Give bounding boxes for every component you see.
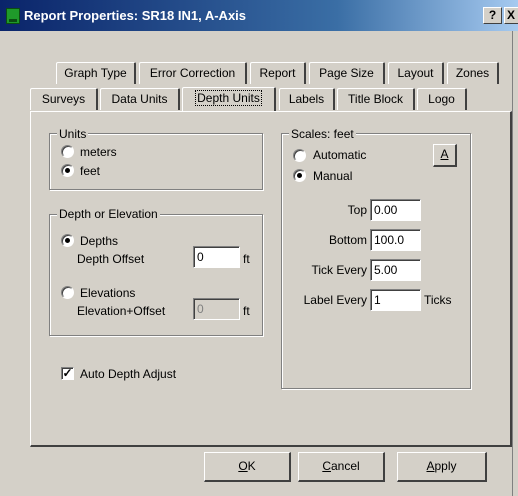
- close-button[interactable]: X: [504, 7, 518, 24]
- tab-graph-type[interactable]: Graph Type: [56, 62, 136, 84]
- meters-label[interactable]: meters: [80, 144, 117, 160]
- depths-radio[interactable]: [61, 234, 74, 247]
- tab-labels[interactable]: Labels: [279, 88, 335, 110]
- tab-surveys[interactable]: Surveys: [30, 88, 98, 110]
- tab-title-block[interactable]: Title Block: [337, 88, 415, 110]
- bottom-input[interactable]: 100.0: [370, 229, 421, 251]
- elevation-offset-unit: ft: [243, 304, 250, 318]
- tab-layout[interactable]: Layout: [388, 62, 444, 84]
- ok-button[interactable]: OK: [204, 452, 291, 482]
- automatic-radio[interactable]: [293, 149, 306, 162]
- elevations-label[interactable]: Elevations: [80, 285, 135, 301]
- tab-page-size[interactable]: Page Size: [309, 62, 385, 84]
- ticks-label: Ticks: [424, 293, 452, 307]
- units-group-title: Units: [57, 126, 89, 142]
- elevation-offset-label: Elevation+Offset: [77, 304, 166, 318]
- auto-depth-adjust-checkbox[interactable]: ✓: [61, 367, 74, 380]
- tab-zones[interactable]: Zones: [447, 62, 499, 84]
- auto-depth-adjust-label[interactable]: Auto Depth Adjust: [80, 366, 176, 382]
- depth-offset-unit: ft: [243, 252, 250, 266]
- help-button[interactable]: ?: [483, 7, 502, 24]
- depth-offset-label: Depth Offset: [77, 252, 145, 266]
- window-title: Report Properties: SR18 IN1, A-Axis: [24, 8, 247, 23]
- manual-label[interactable]: Manual: [313, 168, 352, 184]
- window-right-edge: [512, 31, 518, 496]
- meters-radio[interactable]: [61, 145, 74, 158]
- app-icon: [6, 8, 20, 24]
- apply-button[interactable]: Apply: [397, 452, 487, 482]
- report-properties-dialog: Report Properties: SR18 IN1, A-Axis ? X …: [0, 0, 518, 496]
- top-input[interactable]: 0.00: [370, 199, 421, 221]
- cancel-button[interactable]: Cancel: [298, 452, 385, 482]
- tab-data-units[interactable]: Data Units: [100, 88, 180, 110]
- title-bar[interactable]: Report Properties: SR18 IN1, A-Axis ? X: [0, 0, 518, 31]
- depth-offset-input[interactable]: 0: [193, 246, 240, 268]
- depth-or-elevation-title: Depth or Elevation: [57, 206, 160, 222]
- top-label: Top: [347, 203, 367, 217]
- bottom-label: Bottom: [328, 233, 367, 247]
- label-every-input[interactable]: 1: [370, 289, 421, 311]
- depths-label[interactable]: Depths: [80, 233, 118, 249]
- scales-group-title: Scales: feet: [289, 126, 356, 142]
- elevation-offset-input[interactable]: 0: [193, 298, 240, 320]
- label-every-label: Label Every: [303, 293, 367, 307]
- feet-radio[interactable]: [61, 164, 74, 177]
- automatic-label[interactable]: Automatic: [313, 147, 366, 163]
- feet-label[interactable]: feet: [80, 163, 100, 179]
- tab-error-correction[interactable]: Error Correction: [139, 62, 247, 84]
- tab-report[interactable]: Report: [250, 62, 306, 84]
- auto-scale-button[interactable]: A: [433, 144, 457, 167]
- tick-every-input[interactable]: 5.00: [370, 259, 421, 281]
- manual-radio[interactable]: [293, 169, 306, 182]
- tab-depth-units[interactable]: Depth Units: [182, 87, 276, 111]
- tick-every-label: Tick Every: [311, 263, 367, 277]
- tab-logo[interactable]: Logo: [417, 88, 467, 110]
- elevations-radio[interactable]: [61, 286, 74, 299]
